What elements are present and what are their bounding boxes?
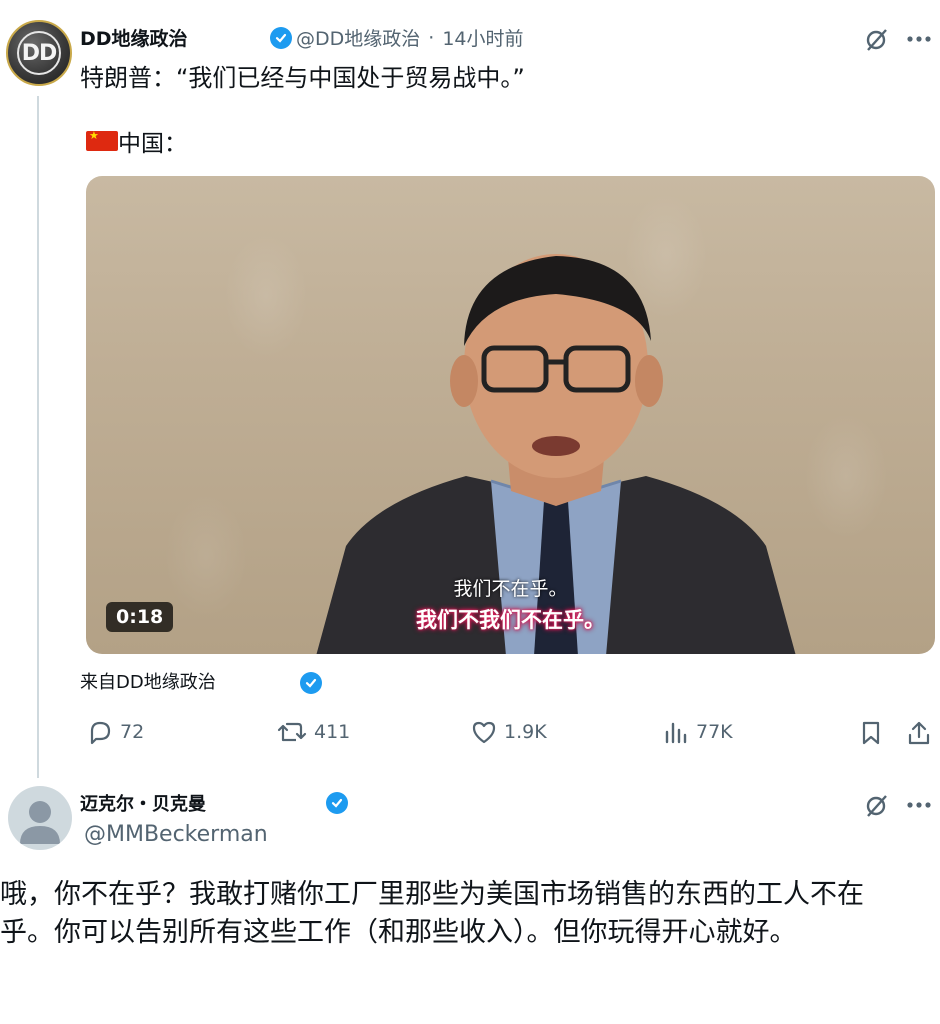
reply-icon [90, 721, 111, 745]
author-name[interactable]: DD地缘政治 [80, 24, 188, 51]
views-button[interactable]: 77K [662, 718, 733, 746]
quote-label: 中国： [118, 131, 187, 157]
bookmark-icon[interactable] [856, 718, 886, 748]
meta-separator: · [428, 26, 435, 49]
repost-count: 411 [314, 721, 351, 743]
views-icon [665, 722, 687, 744]
video-duration: 0:18 [106, 602, 174, 632]
views-count: 77K [696, 721, 733, 743]
repost-icon [277, 722, 307, 742]
reply-author-name[interactable]: 迈克尔・贝克曼 [80, 790, 206, 816]
tweet-header: DD地缘政治 [80, 24, 188, 51]
avatar[interactable]: DD [6, 20, 72, 86]
tweet-time[interactable]: 14小时前 [442, 24, 523, 51]
tweet-meta: @DD地缘政治 · 14小时前 [270, 24, 524, 51]
thread-line [37, 96, 39, 778]
verified-icon [326, 792, 348, 814]
reply-author-handle[interactable]: @MMBeckerman [84, 822, 268, 847]
verified-icon [300, 672, 322, 694]
quote-line: 中国： [86, 124, 187, 158]
reply-count: 72 [120, 721, 145, 743]
grok-icon[interactable] [862, 24, 892, 54]
avatar[interactable] [8, 786, 72, 850]
source-line: 来自DD地缘政治 [80, 668, 216, 694]
grok-icon[interactable] [862, 790, 892, 820]
source-label[interactable]: 来自DD地缘政治 [80, 668, 216, 694]
video-player[interactable]: 我们不在乎。 我们不我们不在乎。 0:18 [86, 176, 935, 654]
author-handle[interactable]: @DD地缘政治 [296, 24, 420, 51]
repost-button[interactable]: 411 [276, 718, 350, 746]
like-icon [472, 721, 496, 744]
more-icon[interactable] [904, 790, 934, 820]
share-icon[interactable] [904, 718, 934, 748]
tweet-text: 特朗普：“我们已经与中国处于贸易战中。” [80, 64, 525, 92]
subtitle-line-2: 我们不我们不在乎。 [416, 608, 605, 632]
subtitle-line-1: 我们不在乎。 [453, 578, 568, 600]
like-button[interactable]: 1.9K [470, 718, 547, 746]
avatar-logo: DD [17, 31, 61, 75]
reply-text: 哦，你不在乎？我敢打赌你工厂里那些为美国市场销售的东西的工人不在乎。你可以告别所… [0, 879, 864, 948]
reply-button[interactable]: 72 [86, 718, 144, 746]
more-icon[interactable] [904, 24, 934, 54]
china-flag-icon [86, 129, 118, 151]
verified-icon [270, 26, 292, 49]
like-count: 1.9K [504, 721, 547, 743]
default-avatar-icon [20, 801, 60, 844]
